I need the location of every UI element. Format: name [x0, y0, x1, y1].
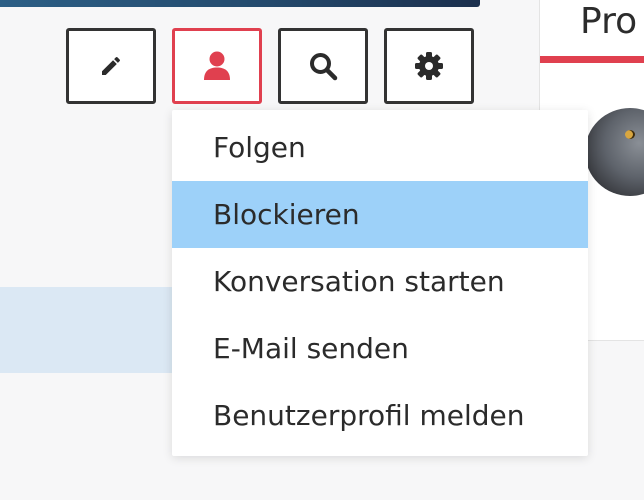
- user-actions-dropdown: Folgen Blockieren Konversation starten E…: [172, 110, 588, 456]
- search-icon: [310, 53, 338, 81]
- profile-title-underline: [540, 56, 644, 63]
- avatar[interactable]: [585, 108, 644, 196]
- gear-icon: [415, 52, 443, 80]
- pencil-icon: [102, 56, 121, 75]
- menu-item-blockieren[interactable]: Blockieren: [172, 181, 588, 248]
- cover-image-strip: [0, 0, 480, 7]
- info-band: [0, 287, 180, 373]
- menu-item-konversation-starten[interactable]: Konversation starten: [172, 248, 588, 315]
- menu-item-folgen[interactable]: Folgen: [172, 114, 588, 181]
- avatar-cat-eye: [625, 130, 635, 139]
- edit-button[interactable]: [66, 28, 156, 104]
- settings-button[interactable]: [384, 28, 474, 104]
- menu-item-benutzerprofil-melden[interactable]: Benutzerprofil melden: [172, 382, 588, 449]
- search-button[interactable]: [278, 28, 368, 104]
- profile-panel-title: Pro: [580, 1, 638, 42]
- menu-item-email-senden[interactable]: E-Mail senden: [172, 315, 588, 382]
- user-menu-button[interactable]: [172, 28, 262, 104]
- user-icon: [204, 51, 230, 80]
